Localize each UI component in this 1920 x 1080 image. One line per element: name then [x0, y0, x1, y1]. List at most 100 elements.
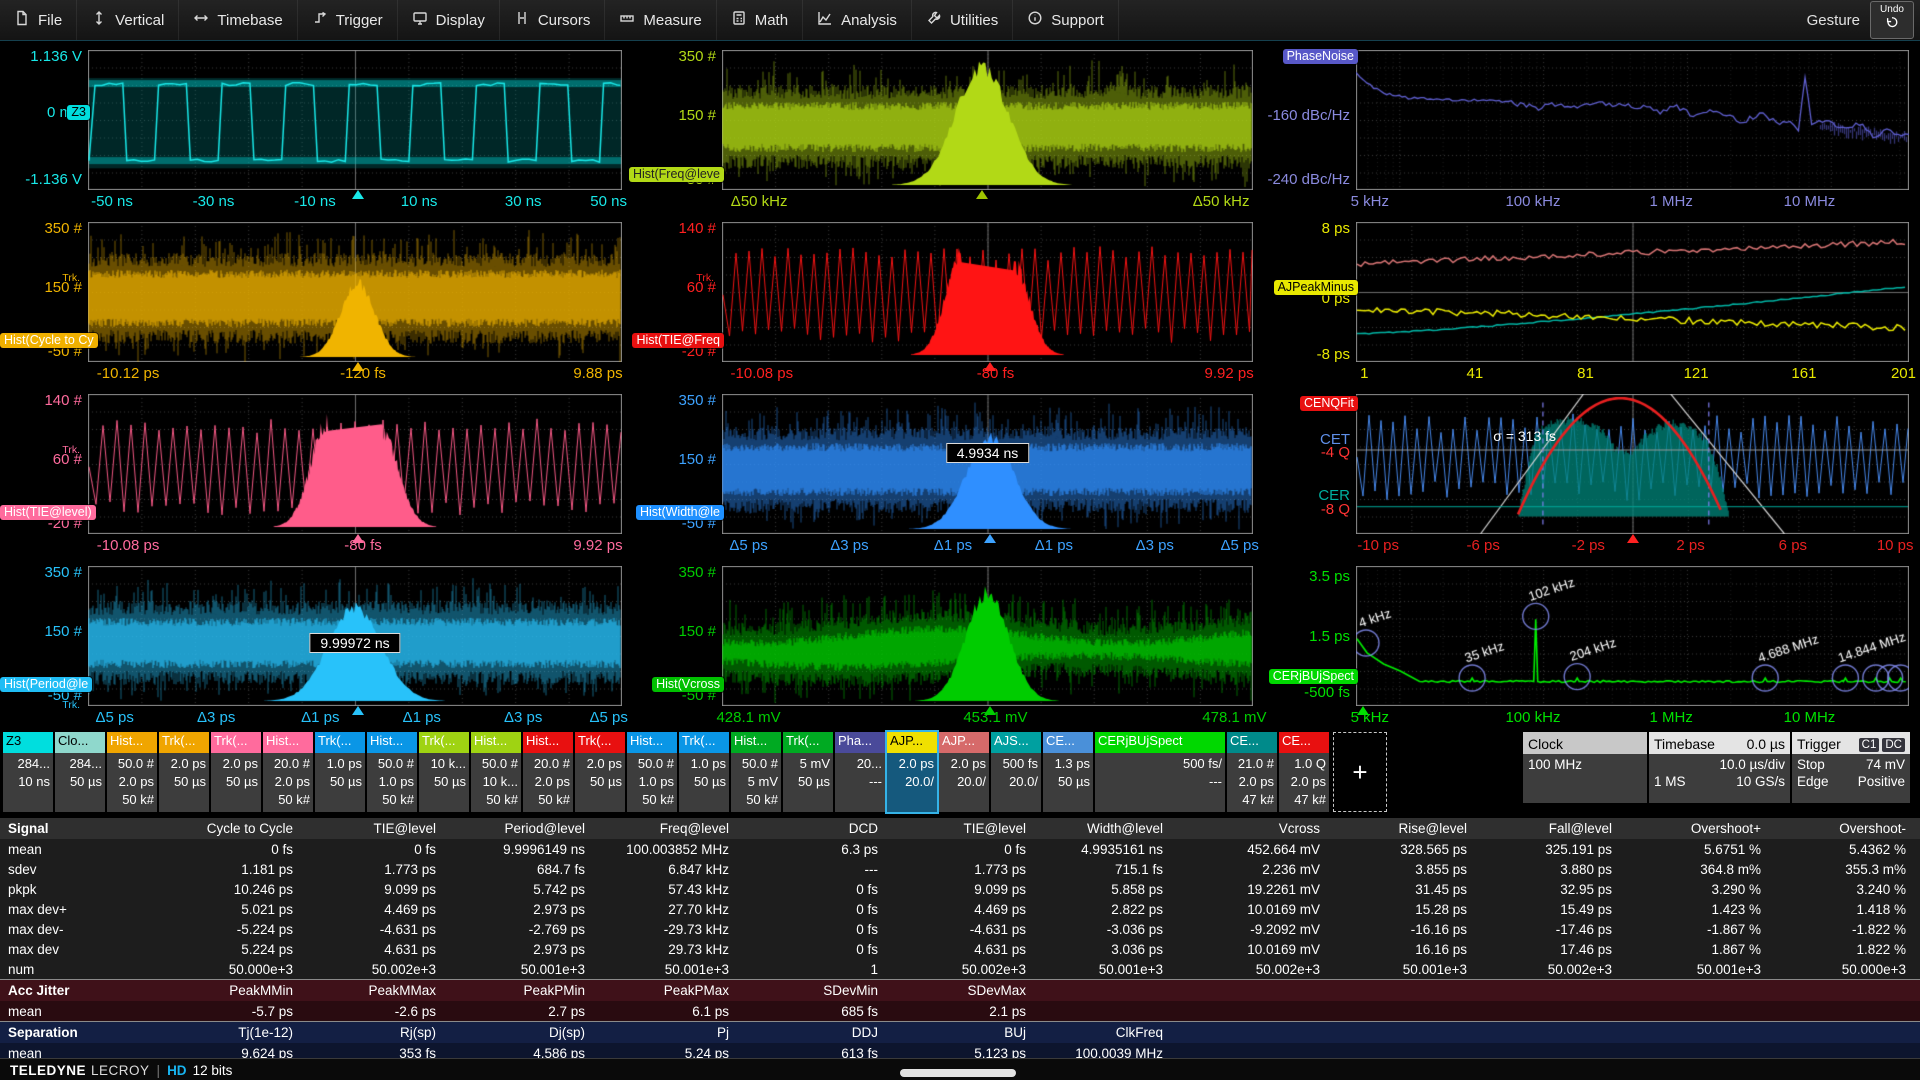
waveform-canvas-hist-freq-at-level[interactable] [722, 50, 1253, 190]
trace-badge-phase-noise-plot[interactable]: PhaseNoise [1283, 49, 1358, 64]
descriptor-values: 50.0 #2.0 ps50 k# [107, 753, 157, 812]
track-mini-label: Trk. [62, 699, 80, 711]
table-cell: 1.773 ps [295, 862, 438, 877]
waveform-canvas-cenq-fit-plot[interactable] [1356, 394, 1909, 534]
descriptor-box-12[interactable]: Hist...50.0 #1.0 ps50 k# [627, 732, 677, 812]
descriptor-box-14[interactable]: Hist...50.0 #5 mV50 k# [731, 732, 781, 812]
descriptor-box-1[interactable]: Clo...284...50 µs [55, 732, 105, 812]
descriptor-box-6[interactable]: Trk(...1.0 ps50 µs [315, 732, 365, 812]
descriptor-values: 2.0 ps50 µs [159, 753, 209, 812]
descriptor-box-13[interactable]: Trk(...1.0 ps50 µs [679, 732, 729, 812]
descriptor-values: 50.0 #5 mV50 k# [731, 753, 781, 812]
descriptor-values: 1.0 Q2.0 ps47 k# [1279, 753, 1329, 812]
menu-item-trigger[interactable]: Trigger [298, 0, 398, 40]
trace-badge-hist-tie-at-freq[interactable]: Hist(TIE@Freq [632, 333, 724, 348]
descriptor-box-10[interactable]: Hist...20.0 #2.0 ps50 k# [523, 732, 573, 812]
menu-item-label: Math [755, 12, 788, 29]
waveform-canvas-hist-vcross[interactable] [722, 566, 1253, 706]
x-axis-label: 1 [1360, 365, 1368, 382]
trace-badge-c1-zoom-waveform[interactable]: Z3 [67, 105, 90, 120]
menu-item-timebase[interactable]: Timebase [179, 0, 297, 40]
trace-badge-hist-freq-at-level[interactable]: Hist(Freq@leve [629, 167, 724, 182]
trace-badge-cer-bu-spectrum[interactable]: CERjBUjSpect [1269, 669, 1358, 684]
descriptor-box-4[interactable]: Trk(...2.0 ps50 µs [211, 732, 261, 812]
table-cell: 715.1 fs [1028, 862, 1165, 877]
drawer-handle[interactable] [900, 1069, 1016, 1077]
trace-badge-hist-vcross[interactable]: Hist(Vcross [652, 677, 724, 692]
descriptor-box-2[interactable]: Hist...50.0 #2.0 ps50 k# [107, 732, 157, 812]
descriptor-box-17[interactable]: AJP...2.0 ps20.0/ [887, 732, 937, 812]
table-row: mean0 fs0 fs9.9996149 ns100.003852 MHz6.… [0, 839, 1920, 859]
descriptor-box-20[interactable]: CE...1.3 ps50 µs [1043, 732, 1093, 812]
trace-badge-hist-cycle-to-cycle[interactable]: Hist(Cycle to Cy [0, 333, 98, 348]
table-cell: 4.469 ps [880, 902, 1028, 917]
waveform-canvas-aj-peak-minus-trend[interactable] [1356, 222, 1909, 362]
descriptor-box-7[interactable]: Hist...50.0 #1.0 ps50 k# [367, 732, 417, 812]
waveform-canvas-cer-bu-spectrum[interactable] [1356, 566, 1909, 706]
column-header: DDJ [731, 1025, 880, 1040]
descriptor-box-5[interactable]: Hist...20.0 #2.0 ps50 k# [263, 732, 313, 812]
descriptor-box-22[interactable]: CE...21.0 #2.0 ps47 k# [1227, 732, 1277, 812]
descriptor-values: 20...--- [835, 753, 885, 812]
menu-item-file[interactable]: File [0, 0, 77, 40]
clock-value: 100 MHz [1528, 756, 1582, 773]
descriptor-value-line: 2.0 ps [211, 755, 258, 773]
waveform-canvas-phase-noise-plot[interactable] [1356, 50, 1909, 190]
waveform-canvas-hist-cycle-to-cycle[interactable] [88, 222, 622, 362]
descriptor-title: Trk(... [575, 732, 625, 753]
trace-badge-cenq-fit-plot[interactable]: CENQFit [1300, 396, 1358, 411]
descriptor-value-line: 10 ns [3, 773, 50, 791]
descriptor-box-23[interactable]: CE...1.0 Q2.0 ps47 k# [1279, 732, 1329, 812]
descriptor-box-0[interactable]: Z3284...10 ns [3, 732, 53, 812]
y-axis-label: 140 # [678, 220, 716, 237]
menu-item-vertical[interactable]: Vertical [77, 0, 179, 40]
table-cell: 50.002e+3 [1165, 962, 1322, 977]
menu-item-measure[interactable]: Measure [605, 0, 716, 40]
menu-item-cursors[interactable]: Cursors [500, 0, 606, 40]
column-header: ClkFreq [1028, 1025, 1165, 1040]
trace-badge-hist-width-at-level[interactable]: Hist(Width@le [636, 505, 724, 520]
waveform-canvas-hist-tie-at-freq[interactable] [722, 222, 1253, 362]
trace-badge-hist-tie-at-level[interactable]: Hist(TIE@level) [0, 505, 96, 520]
descriptor-box-16[interactable]: Pha...20...--- [835, 732, 885, 812]
waveform-canvas-hist-width-at-level[interactable] [722, 394, 1253, 534]
y-axis-label: 150 # [44, 623, 82, 640]
menu-item-math[interactable]: Math [717, 0, 803, 40]
waveform-canvas-c1-zoom-waveform[interactable] [88, 50, 622, 190]
descriptor-box-8[interactable]: Trk(...10 k...50 µs [419, 732, 469, 812]
row-label: max dev+ [0, 902, 160, 917]
trigger-summary-box[interactable]: Trigger C1DC Stop74 mV EdgePositive [1792, 732, 1910, 803]
trace-badge-hist-period-at-level[interactable]: Hist(Period@le [0, 677, 92, 692]
table-row: max dev--5.224 ps-4.631 ps-2.769 ps-29.7… [0, 919, 1920, 939]
row-label: pkpk [0, 882, 160, 897]
descriptor-box-15[interactable]: Trk(...5 mV50 µs [783, 732, 833, 812]
add-trace-button[interactable]: + [1333, 732, 1387, 812]
descriptor-box-9[interactable]: Hist...50.0 #10 k...50 k# [471, 732, 521, 812]
descriptor-box-11[interactable]: Trk(...2.0 ps50 µs [575, 732, 625, 812]
descriptor-box-18[interactable]: AJP...2.0 ps20.0/ [939, 732, 989, 812]
table-cell: -2.6 ps [295, 1004, 438, 1019]
waveform-canvas-hist-tie-at-level[interactable] [88, 394, 622, 534]
menu-item-support[interactable]: Support [1013, 0, 1119, 40]
table-cell: 5.858 ps [1028, 882, 1165, 897]
menu-item-display[interactable]: Display [398, 0, 500, 40]
x-axis-label: -10.12 ps [97, 365, 160, 382]
descriptor-box-3[interactable]: Trk(...2.0 ps50 µs [159, 732, 209, 812]
trace-badge-aj-peak-minus-trend[interactable]: AJPeakMinus [1274, 280, 1358, 295]
descriptor-value-line: 50 µs [419, 773, 466, 791]
gesture-label[interactable]: Gesture [1807, 12, 1860, 29]
x-axis-label: Δ5 ps [96, 709, 134, 726]
column-header: Tj(1e-12) [160, 1025, 295, 1040]
undo-button[interactable]: Undo [1870, 1, 1914, 39]
descriptor-box-19[interactable]: AJS...500 fs20.0/ [991, 732, 1041, 812]
x-axis-label: Δ3 ps [1136, 537, 1174, 554]
menu-item-analysis[interactable]: Analysis [803, 0, 912, 40]
table-cell: 0 fs [295, 842, 438, 857]
x-axis-label: 9.88 ps [573, 365, 622, 382]
clock-summary-box[interactable]: Clock 100 MHz [1523, 732, 1647, 803]
descriptor-values: 20.0 #2.0 ps50 k# [523, 753, 573, 812]
clock-title: Clock [1528, 736, 1563, 752]
menu-item-utilities[interactable]: Utilities [912, 0, 1013, 40]
timebase-summary-box[interactable]: Timebase 0.0 µs 10.0 µs/div 1 MS10 GS/s [1649, 732, 1790, 803]
descriptor-box-21[interactable]: CERjBUjSpect500 fs/--- [1095, 732, 1225, 812]
